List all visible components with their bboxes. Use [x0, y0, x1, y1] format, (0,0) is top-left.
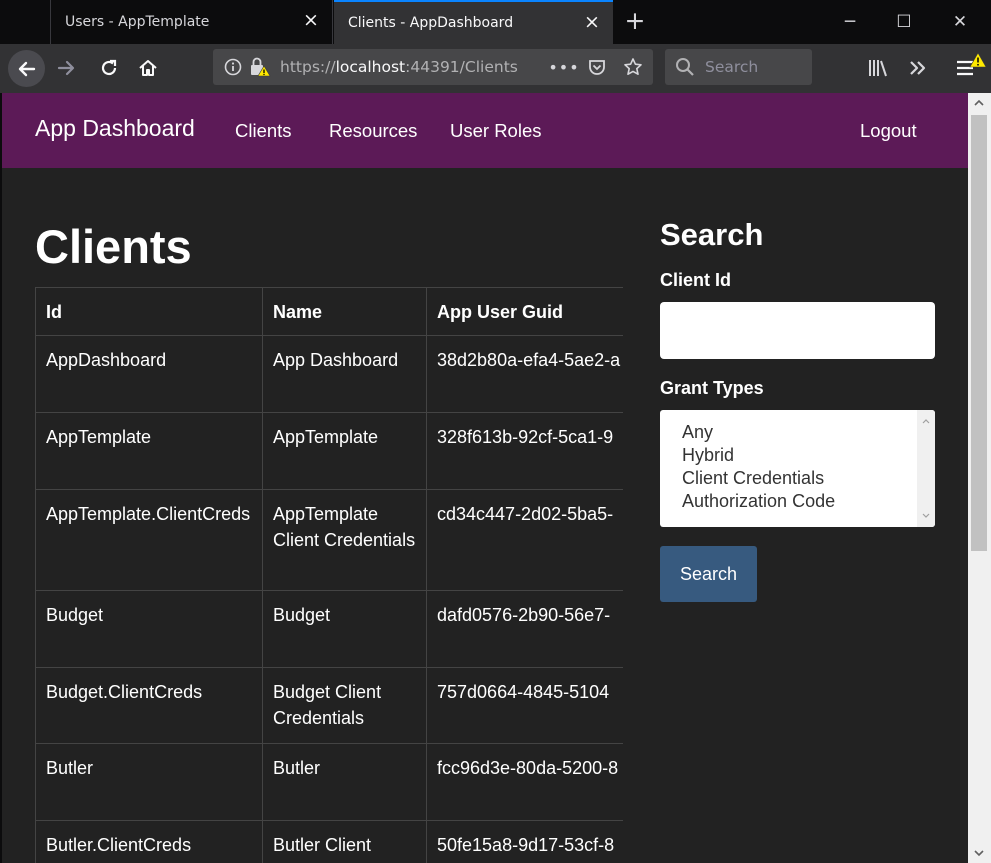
tab-clients-appdashboard[interactable]: Clients - AppDashboard ×	[334, 0, 613, 44]
insecure-lock-icon[interactable]	[249, 57, 271, 77]
home-icon[interactable]	[136, 56, 160, 80]
cell-name: Budget Client Credentials	[262, 667, 427, 744]
back-arrow-icon[interactable]	[8, 50, 45, 87]
cell-guid: 38d2b80a-efa4-5ae2-a	[426, 335, 623, 413]
url-rest: :44391/Clients	[405, 58, 518, 76]
grant-types-scrollbar[interactable]	[917, 410, 935, 527]
cell-guid: dafd0576-2b90-56e7-	[426, 590, 623, 668]
close-tab-icon[interactable]: ×	[583, 13, 601, 32]
cell-id: Butler.ClientCreds	[35, 820, 263, 863]
search-button[interactable]: Search	[660, 546, 757, 602]
table-row[interactable]: AppTemplate AppTemplate 328f613b-92cf-5c…	[35, 412, 623, 490]
cell-guid: fcc96d3e-80da-5200-8	[426, 743, 623, 821]
url-bar[interactable]: https://localhost:44391/Clients •••	[213, 49, 653, 85]
nav-link-user-roles[interactable]: User Roles	[450, 120, 542, 142]
clients-table: Id Name App User Guid AppDashboard App D…	[35, 287, 623, 863]
cell-guid: 50fe15a8-9d17-53cf-8	[426, 820, 623, 863]
close-window-icon[interactable]: ✕	[945, 8, 975, 36]
minimize-icon[interactable]: ─	[835, 8, 865, 36]
hamburger-menu-icon[interactable]	[954, 52, 988, 82]
search-panel: Search Client Id Grant Types Any Hybrid …	[660, 93, 940, 863]
search-icon	[675, 57, 695, 77]
nav-link-resources[interactable]: Resources	[329, 120, 417, 142]
grant-types-select[interactable]: Any Hybrid Client Credentials Authorizat…	[660, 410, 935, 527]
library-icon[interactable]	[866, 56, 890, 80]
page-viewport: App Dashboard Clients Resources User Rol…	[2, 93, 968, 863]
grant-option-authorization-code[interactable]: Authorization Code	[682, 491, 835, 512]
close-tab-icon[interactable]: ×	[302, 11, 320, 30]
table-header-row: Id Name App User Guid	[35, 287, 623, 336]
client-id-input[interactable]	[660, 302, 935, 359]
cell-name: Butler	[262, 743, 427, 821]
page-actions-icon[interactable]: •••	[548, 57, 578, 77]
cell-id: AppTemplate.ClientCreds	[35, 489, 263, 591]
tab-users-apptemplate[interactable]: Users - AppTemplate ×	[50, 0, 333, 44]
grant-option-client-credentials[interactable]: Client Credentials	[682, 468, 824, 489]
site-brand[interactable]: App Dashboard	[35, 115, 195, 142]
grant-types-label: Grant Types	[660, 378, 764, 398]
table-row[interactable]: Butler Butler fcc96d3e-80da-5200-8	[35, 743, 623, 821]
cell-name: AppTemplate	[262, 412, 427, 490]
nav-link-clients[interactable]: Clients	[235, 120, 292, 142]
reload-icon[interactable]	[97, 56, 121, 80]
cell-id: AppDashboard	[35, 335, 263, 413]
tab-strip: Users - AppTemplate × Clients - AppDashb…	[0, 0, 991, 44]
table-row[interactable]: Budget.ClientCreds Budget Client Credent…	[35, 667, 623, 744]
page-scrollbar-thumb[interactable]	[971, 115, 987, 551]
cell-name: Budget	[262, 590, 427, 668]
scroll-arrows-icon	[922, 419, 930, 518]
column-header-id: Id	[35, 287, 263, 336]
table-row[interactable]: AppTemplate.ClientCreds AppTemplate Clie…	[35, 489, 623, 591]
table-row[interactable]: Butler.ClientCreds Butler Client 50fe15a…	[35, 820, 623, 863]
info-icon[interactable]	[224, 58, 242, 76]
bookmark-star-icon[interactable]	[622, 56, 644, 78]
cell-id: Butler	[35, 743, 263, 821]
scroll-down-icon[interactable]	[973, 849, 985, 857]
cell-id: Budget	[35, 590, 263, 668]
maximize-icon[interactable]: ☐	[889, 8, 919, 36]
url-host: localhost	[335, 58, 406, 76]
cell-name: App Dashboard	[262, 335, 427, 413]
cell-guid: cd34c447-2d02-5ba5-	[426, 489, 623, 591]
url-text: https://localhost:44391/Clients	[280, 58, 542, 76]
cell-id: Budget.ClientCreds	[35, 667, 263, 744]
cell-id: AppTemplate	[35, 412, 263, 490]
table-row[interactable]: Budget Budget dafd0576-2b90-56e7-	[35, 590, 623, 668]
tab-title: Users - AppTemplate	[65, 14, 210, 30]
browser-search-placeholder: Search	[705, 58, 759, 76]
cell-name: AppTemplate Client Credentials	[262, 489, 427, 591]
plus-icon[interactable]: +	[622, 8, 648, 35]
search-panel-title: Search	[660, 217, 764, 252]
table-row[interactable]: AppDashboard App Dashboard 38d2b80a-efa4…	[35, 335, 623, 413]
scroll-up-icon[interactable]	[973, 99, 985, 107]
forward-arrow-icon[interactable]	[55, 56, 79, 80]
column-header-name: Name	[262, 287, 427, 336]
tab-title: Clients - AppDashboard	[348, 15, 514, 31]
pocket-icon[interactable]	[586, 56, 608, 78]
browser-toolbar: https://localhost:44391/Clients ••• Sear…	[0, 44, 991, 93]
url-prefix: https://	[280, 58, 336, 76]
client-id-label: Client Id	[660, 270, 731, 290]
browser-search-bar[interactable]: Search	[665, 49, 812, 85]
cell-name: Butler Client	[262, 820, 427, 863]
clients-table-container[interactable]: Id Name App User Guid AppDashboard App D…	[35, 287, 623, 863]
page-scrollbar[interactable]	[968, 93, 991, 863]
page-title: Clients	[35, 220, 192, 273]
grant-option-hybrid[interactable]: Hybrid	[682, 445, 734, 466]
overflow-icon[interactable]	[905, 56, 929, 80]
cell-guid: 328f613b-92cf-5ca1-9	[426, 412, 623, 490]
column-header-app-user-guid: App User Guid	[426, 287, 623, 336]
cell-guid: 757d0664-4845-5104	[426, 667, 623, 744]
grant-option-any[interactable]: Any	[682, 422, 713, 443]
